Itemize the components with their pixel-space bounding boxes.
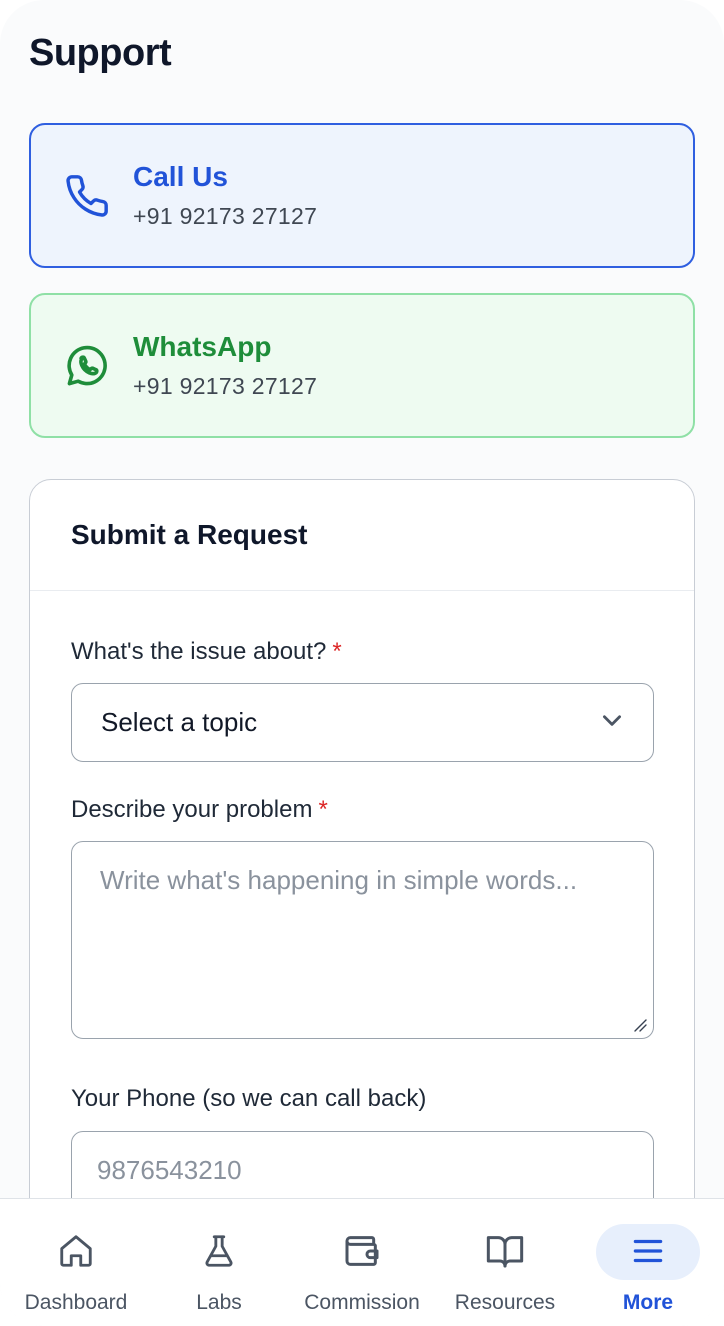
- call-us-title: Call Us: [133, 161, 228, 192]
- book-icon: [485, 1231, 525, 1271]
- phone-label: Your Phone (so we can call back): [71, 1085, 427, 1112]
- phone-icon: [58, 167, 116, 225]
- page-title: Support: [29, 32, 172, 74]
- home-icon: [57, 1231, 95, 1271]
- topic-label-text: What's the issue about?: [71, 638, 327, 665]
- nav-label-dashboard: Dashboard: [24, 1291, 128, 1314]
- whatsapp-icon: [58, 337, 116, 395]
- whatsapp-card[interactable]: WhatsApp +91 92173 27127: [29, 293, 695, 438]
- topic-label: What's the issue about? *: [71, 638, 342, 666]
- call-us-number: +91 92173 27127: [133, 203, 318, 229]
- description-label: Describe your problem *: [71, 796, 328, 824]
- nav-item-commission[interactable]: Commission: [294, 1199, 430, 1326]
- nav-label-commission: Commission: [304, 1291, 420, 1314]
- submit-request-card: Submit a Request What's the issue about?…: [29, 479, 695, 1239]
- nav-label-resources: Resources: [454, 1291, 556, 1314]
- call-us-card[interactable]: Call Us +91 92173 27127: [29, 123, 695, 268]
- topic-select[interactable]: Select a topic: [71, 683, 654, 762]
- flask-icon: [200, 1231, 238, 1271]
- nav-label-more: More: [622, 1291, 674, 1314]
- menu-icon: [629, 1231, 667, 1271]
- resize-grip-icon[interactable]: [633, 1018, 647, 1037]
- description-label-text: Describe your problem: [71, 796, 313, 823]
- required-mark: *: [332, 638, 342, 665]
- chevron-down-icon: [599, 707, 625, 738]
- nav-label-labs: Labs: [196, 1291, 242, 1314]
- whatsapp-number: +91 92173 27127: [133, 373, 318, 399]
- request-card-header: Submit a Request: [30, 480, 694, 591]
- support-screen: Support Call Us +91 92173 27127 WhatsApp…: [0, 0, 724, 1326]
- nav-item-more[interactable]: More: [596, 1199, 700, 1326]
- topic-select-value: Select a topic: [101, 707, 258, 737]
- description-textarea[interactable]: [71, 841, 654, 1039]
- nav-item-dashboard[interactable]: Dashboard: [12, 1199, 140, 1326]
- nav-item-labs[interactable]: Labs: [164, 1199, 274, 1326]
- required-mark: *: [318, 796, 328, 823]
- nav-item-resources[interactable]: Resources: [444, 1199, 566, 1326]
- wallet-icon: [342, 1231, 382, 1271]
- request-title: Submit a Request: [71, 519, 308, 550]
- bottom-nav: Dashboard Labs Commission Resources More: [0, 1198, 724, 1326]
- whatsapp-title: WhatsApp: [133, 331, 272, 362]
